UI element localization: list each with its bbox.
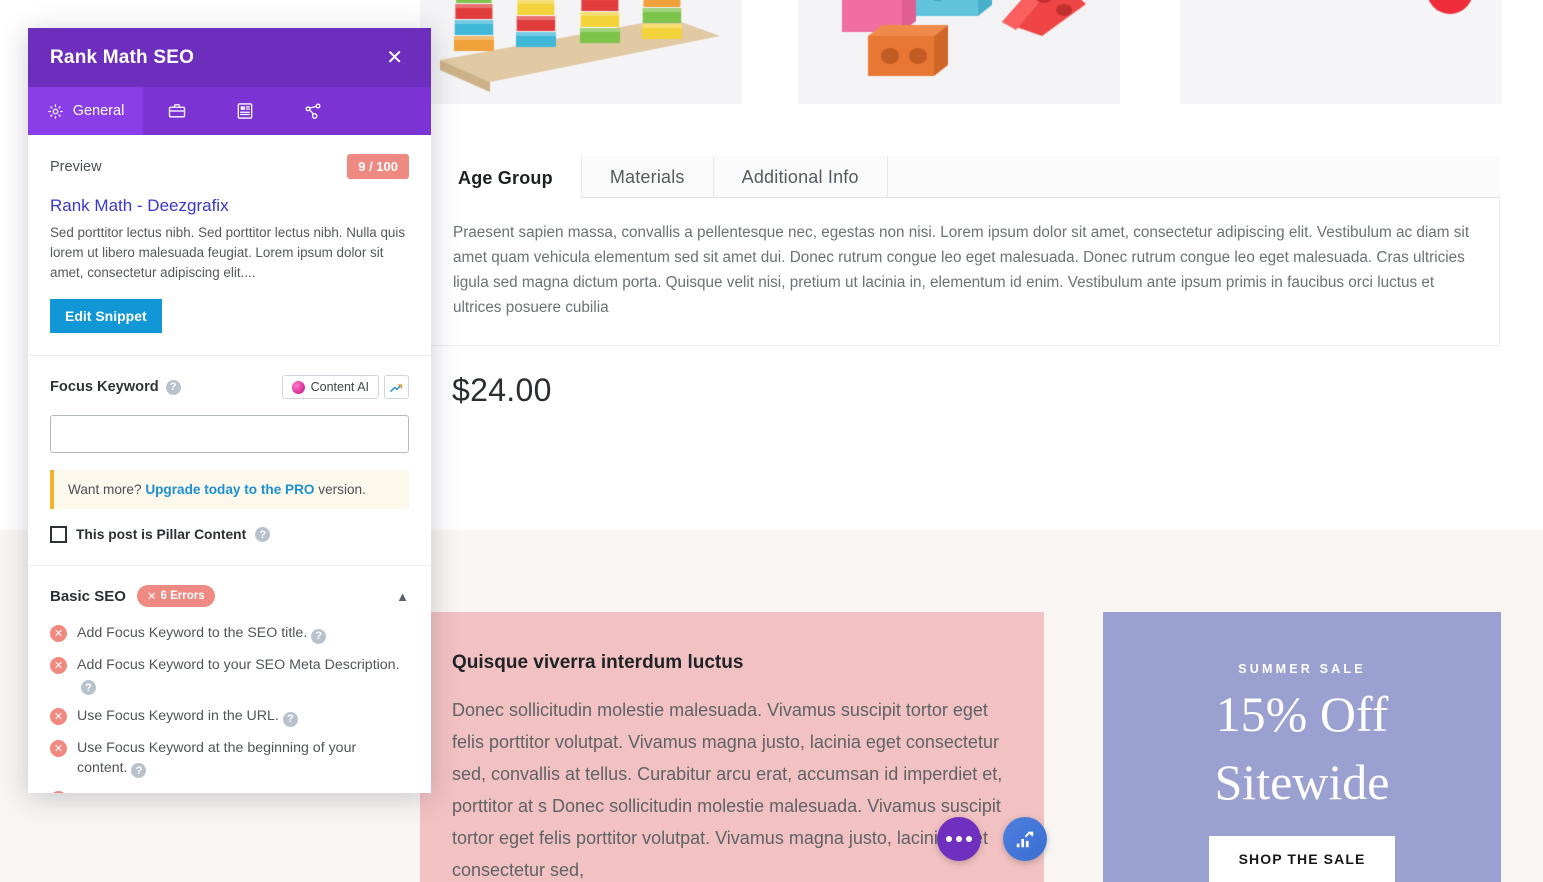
error-text: Use Focus Keyword at the beginning of yo…	[77, 739, 357, 776]
panel-tab-bar: General	[28, 87, 431, 135]
content-ai-label: Content AI	[310, 380, 369, 394]
help-icon[interactable]: ?	[165, 379, 181, 395]
gallery-image-3[interactable]	[1180, 0, 1502, 104]
error-icon: ✕	[50, 625, 67, 642]
list-item: ✕ Add Focus Keyword to the SEO title.?	[50, 623, 409, 644]
snippet-preview-title[interactable]: Rank Math - Deezgrafix	[50, 196, 409, 216]
tab-additional-info[interactable]: Additional Info	[714, 156, 888, 198]
error-text: Use Focus Keyword in the URL.	[77, 708, 279, 724]
error-icon: ✕	[50, 656, 67, 674]
tab-age-group[interactable]: Age Group	[430, 155, 582, 198]
list-item: ✕ Add Focus Keyword to your SEO Meta Des…	[50, 655, 409, 695]
product-tab-bar: Age Group Materials Additional Info	[430, 155, 1500, 198]
more-options-fab[interactable]	[937, 817, 981, 861]
content-ai-button[interactable]: Content AI	[281, 375, 379, 399]
product-gallery	[420, 0, 1543, 104]
tab-general[interactable]: General	[28, 87, 143, 135]
bar-chart-icon	[1016, 831, 1034, 848]
help-icon[interactable]: ?	[131, 763, 147, 778]
close-icon[interactable]: ✕	[380, 44, 409, 72]
help-icon[interactable]: ?	[311, 628, 327, 644]
help-icon[interactable]: ?	[255, 527, 271, 542]
errors-count-label: 6 Errors	[160, 590, 205, 602]
rank-math-seo-panel: Rank Math SEO ✕ General Preview 9 / 100 …	[28, 28, 431, 793]
gear-icon	[47, 103, 63, 119]
gallery-image-2[interactable]	[798, 0, 1120, 104]
ellipsis-icon	[945, 836, 952, 842]
tab-materials[interactable]: Materials	[582, 156, 714, 198]
product-price: $24.00	[452, 372, 552, 408]
promo-headline-line2: Sitewide	[1214, 754, 1390, 810]
edit-snippet-button[interactable]: Edit Snippet	[50, 299, 162, 333]
basic-seo-title: Basic SEO	[50, 587, 126, 605]
preview-section: Preview 9 / 100 Rank Math - Deezgrafix S…	[28, 135, 431, 356]
upsell-prefix: Want more?	[68, 482, 146, 497]
list-item: ✕ Use Focus Keyword in the content.?	[50, 789, 409, 793]
help-icon[interactable]: ?	[81, 680, 96, 695]
promo-kicker: SUMMER SALE	[1238, 662, 1366, 676]
schema-article-icon	[237, 103, 253, 119]
focus-keyword-input[interactable]	[50, 415, 409, 453]
briefcase-icon	[168, 104, 186, 118]
chevron-up-icon[interactable]: ▲	[396, 589, 409, 604]
promo-purple-banner: SUMMER SALE 15% Off Sitewide SHOP THE SA…	[1103, 612, 1501, 882]
keyword-trend-button[interactable]	[384, 375, 409, 399]
tab-general-label: General	[72, 103, 125, 119]
focus-keyword-section: Focus Keyword ? Content AI Want more? Up…	[28, 356, 431, 566]
panel-title: Rank Math SEO	[50, 46, 195, 68]
screen-root: Age Group Materials Additional Info Prae…	[0, 0, 1543, 882]
social-share-nodes-icon	[305, 103, 321, 119]
product-description: Praesent sapien massa, convallis a pelle…	[453, 224, 1470, 316]
promo-pink-body: Donec sollicitudin molestie malesuada. V…	[452, 700, 1003, 880]
pillar-content-row: This post is Pillar Content ?	[50, 526, 409, 543]
product-tab-panel: Praesent sapien massa, convallis a pelle…	[430, 198, 1500, 346]
seo-score-badge: 9 / 100	[347, 154, 409, 179]
upgrade-pro-link[interactable]: Upgrade today to the PRO	[145, 482, 314, 497]
error-icon: ✕	[50, 708, 67, 725]
upsell-suffix: version.	[314, 482, 366, 497]
list-item: ✕ Use Focus Keyword at the beginning of …	[50, 738, 409, 778]
focus-keyword-label: Focus Keyword	[50, 379, 159, 395]
tab-schema[interactable]	[211, 87, 279, 135]
basic-seo-error-list: ✕ Add Focus Keyword to the SEO title.? ✕…	[50, 623, 409, 793]
preview-label: Preview	[50, 158, 102, 175]
pillar-content-label: This post is Pillar Content	[76, 527, 247, 542]
pro-upsell-notice: Want more? Upgrade today to the PRO vers…	[50, 470, 409, 509]
trending-up-icon	[390, 383, 403, 392]
analytics-fab[interactable]	[1003, 817, 1047, 861]
error-icon: ✕	[50, 791, 67, 793]
error-text: Use Focus Keyword in the content.	[77, 791, 297, 793]
ellipsis-icon	[966, 836, 973, 842]
panel-body: Preview 9 / 100 Rank Math - Deezgrafix S…	[28, 135, 431, 793]
shop-the-sale-button[interactable]: SHOP THE SALE	[1208, 836, 1396, 882]
pillar-content-checkbox[interactable]	[50, 526, 67, 543]
basic-seo-section: Basic SEO ✕ 6 Errors ▲ ✕ Add Focus Keywo…	[28, 566, 431, 793]
error-icon: ✕	[50, 739, 67, 757]
basic-seo-errors-badge: ✕ 6 Errors	[136, 585, 215, 607]
error-text: Add Focus Keyword to your SEO Meta Descr…	[77, 656, 400, 673]
tab-social[interactable]	[279, 87, 347, 135]
cross-icon: ✕	[146, 591, 157, 603]
snippet-preview-description: Sed porttitor lectus nibh. Sed porttitor…	[50, 225, 406, 280]
promo-pink-heading: Quisque viverra interdum luctus	[452, 652, 744, 673]
ellipsis-icon	[956, 836, 962, 842]
gallery-image-1[interactable]	[420, 0, 742, 104]
help-icon[interactable]: ?	[282, 711, 298, 727]
promo-headline-line1: 15% Off	[1215, 686, 1389, 742]
panel-header: Rank Math SEO ✕	[28, 28, 431, 87]
tab-advanced[interactable]	[143, 87, 211, 135]
content-ai-icon	[291, 380, 305, 394]
error-text: Add Focus Keyword to the SEO title.	[77, 625, 308, 641]
list-item: ✕ Use Focus Keyword in the URL.?	[50, 706, 409, 727]
